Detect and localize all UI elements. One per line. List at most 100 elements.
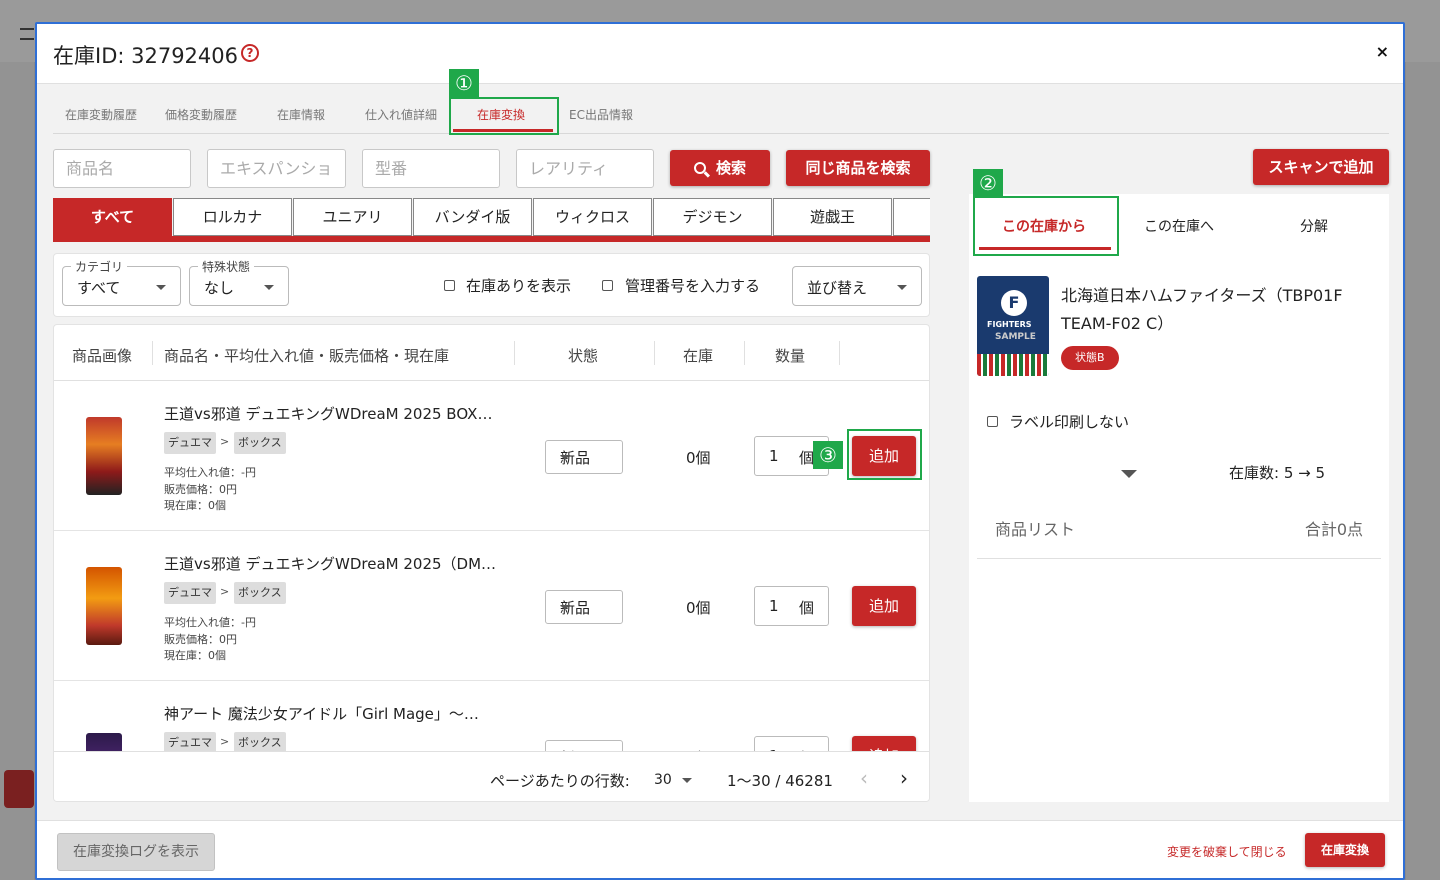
discard-and-close-link[interactable]: 変更を破棄して閉じる xyxy=(1167,843,1287,860)
chevron-down-icon xyxy=(264,285,274,290)
mgmt-number-label: 管理番号を入力する xyxy=(625,277,761,295)
question-circle-icon[interactable]: ? xyxy=(241,44,259,62)
product-list-title: 商品リスト xyxy=(995,520,1076,539)
category-tab-digimon[interactable]: デジモン xyxy=(653,198,772,236)
background-red-block xyxy=(4,770,34,808)
product-list-total: 合計0点 xyxy=(1304,520,1363,539)
card-team-text: FIGHTERS xyxy=(987,320,1032,329)
category-tab-more[interactable]: テ xyxy=(893,198,930,236)
category-select-label: カテゴリ xyxy=(71,258,128,275)
scan-add-button[interactable]: スキャンで追加 xyxy=(1253,149,1389,185)
header-state: 状態 xyxy=(568,347,599,365)
search-button-label: 検索 xyxy=(715,159,746,177)
category-select[interactable]: カテゴリ すべて xyxy=(62,258,181,306)
chevron-down-icon xyxy=(681,778,692,783)
header-separator xyxy=(744,341,745,365)
sort-select-value: 並び替え xyxy=(807,279,868,297)
tag-game: デュエマ xyxy=(164,432,216,454)
quantity-input[interactable]: 1個 xyxy=(754,586,829,626)
special-state-label: 特殊状態 xyxy=(198,258,255,275)
filter-panel: カテゴリ すべて 特殊状態 なし 在庫ありを表示 管理番号を入力する 並び替え xyxy=(53,253,930,317)
category-tab-lorcana[interactable]: ロルカナ xyxy=(173,198,292,236)
modal-tabs: 在庫変動履歴 価格変動履歴 在庫情報 仕入れ値詳細 在庫変換 EC出品情報 xyxy=(53,94,1389,134)
product-name: 神アート 魔法少女アイドル「Girl Mage」〜… xyxy=(164,705,479,723)
header-image: 商品画像 xyxy=(72,347,133,365)
tab-stock-conversion[interactable]: 在庫変換 xyxy=(453,106,549,123)
modal-footer: 在庫変換ログを表示 変更を破棄して閉じる 在庫変換 xyxy=(37,820,1403,878)
rows-per-page-select[interactable]: 30 xyxy=(654,772,692,788)
background-right xyxy=(1406,62,1440,880)
product-name-input[interactable] xyxy=(53,149,191,188)
modal-header: 在庫ID: 32792406 ? × xyxy=(37,24,1403,84)
chevron-right-icon[interactable]: › xyxy=(900,766,908,790)
table-row: 王道vs邪道 デュエキングWDreaM 2025 BOX… デュエマ > ボック… xyxy=(54,381,929,531)
tab-from-this-stock[interactable]: この在庫から xyxy=(979,216,1109,236)
header-product: 商品名・平均仕入れ値・販売価格・現在庫 xyxy=(164,347,450,365)
quantity-unit: 個 xyxy=(799,599,815,617)
stock-count: 0個 xyxy=(686,599,711,617)
category-tab-uniari[interactable]: ユニアリ xyxy=(293,198,412,236)
search-icon xyxy=(693,162,706,174)
chevron-down-icon xyxy=(560,605,570,610)
chevron-down-icon xyxy=(897,285,907,290)
current-stock: 現在庫：0個 xyxy=(164,649,226,662)
add-button[interactable]: 追加 xyxy=(852,586,916,626)
background-sidebar xyxy=(0,62,34,880)
quantity-input[interactable]: 1個 xyxy=(754,436,829,476)
convert-stock-button[interactable]: 在庫変換 xyxy=(1305,833,1385,867)
sort-select[interactable]: 並び替え xyxy=(792,266,922,306)
annotation-number-2: ② xyxy=(973,169,1003,197)
mgmt-number-checkbox[interactable] xyxy=(602,280,613,291)
active-tab-underline xyxy=(979,247,1111,250)
divider xyxy=(977,558,1381,559)
sale-price: 販売価格：0円 xyxy=(164,633,237,646)
show-in-stock-label: 在庫ありを表示 xyxy=(466,277,572,295)
chevron-down-icon xyxy=(156,285,166,290)
tag-separator: > xyxy=(220,585,230,598)
tab-price-history[interactable]: 価格変動履歴 xyxy=(153,106,249,123)
tab-cost-detail[interactable]: 仕入れ値詳細 xyxy=(353,106,449,123)
chevron-down-icon[interactable] xyxy=(1121,470,1137,478)
close-icon[interactable]: × xyxy=(1376,42,1389,61)
search-same-product-button[interactable]: 同じ商品を検索 xyxy=(786,150,930,186)
tab-disassemble[interactable]: 分解 xyxy=(1249,216,1379,236)
chevron-left-icon[interactable]: ‹ xyxy=(860,766,868,790)
expansion-input[interactable] xyxy=(207,149,346,188)
rows-per-page-label: ページあたりの行数: xyxy=(490,772,630,790)
stock-count: 0個 xyxy=(686,449,711,467)
tab-ec-listing[interactable]: EC出品情報 xyxy=(553,106,649,123)
search-button[interactable]: 検索 xyxy=(670,150,770,186)
tag-type: ボックス xyxy=(234,432,286,454)
category-tab-all[interactable]: すべて xyxy=(53,198,172,236)
add-button[interactable]: 追加 xyxy=(852,436,916,476)
stock-modal: 在庫ID: 32792406 ? × 在庫変動履歴 価格変動履歴 在庫情報 仕入… xyxy=(35,22,1405,880)
tab-stock-info[interactable]: 在庫情報 xyxy=(253,106,349,123)
category-select-value: すべて xyxy=(77,279,121,297)
category-tab-bar xyxy=(53,236,930,242)
avg-cost: 平均仕入れ値：-円 xyxy=(164,616,256,629)
model-number-input[interactable] xyxy=(362,149,500,188)
rarity-input[interactable] xyxy=(516,149,654,188)
category-tab-yugioh[interactable]: 遊戯王 xyxy=(773,198,892,236)
category-tab-bandai[interactable]: バンダイ版 xyxy=(413,198,532,236)
tab-stock-history[interactable]: 在庫変動履歴 xyxy=(53,106,149,123)
special-state-value: なし xyxy=(204,279,235,297)
state-select[interactable]: 新品 xyxy=(545,440,623,474)
quantity-unit: 個 xyxy=(799,449,815,467)
state-select[interactable]: 新品 xyxy=(545,590,623,624)
show-conversion-log-button[interactable]: 在庫変換ログを表示 xyxy=(57,833,215,871)
tag-separator: > xyxy=(220,435,230,448)
card-sample-text: SAMPLE xyxy=(995,332,1036,342)
no-label-print-checkbox[interactable] xyxy=(987,416,998,427)
table-row: 王道vs邪道 デュエキングWDreaM 2025（DM… デュエマ > ボックス… xyxy=(54,531,929,681)
rows-per-page-value: 30 xyxy=(654,772,672,788)
tab-to-this-stock[interactable]: この在庫へ xyxy=(1114,216,1244,236)
header-separator xyxy=(839,341,840,365)
header-separator xyxy=(514,341,515,365)
product-name: 王道vs邪道 デュエキングWDreaM 2025（DM… xyxy=(164,555,497,573)
category-tab-wixoss[interactable]: ウィクロス xyxy=(533,198,652,236)
table-header: 商品画像 商品名・平均仕入れ値・販売価格・現在庫 状態 在庫 数量 xyxy=(54,325,929,381)
special-state-select[interactable]: 特殊状態 なし xyxy=(189,258,289,306)
show-in-stock-checkbox[interactable] xyxy=(444,280,455,291)
active-tab-underline xyxy=(453,129,553,132)
